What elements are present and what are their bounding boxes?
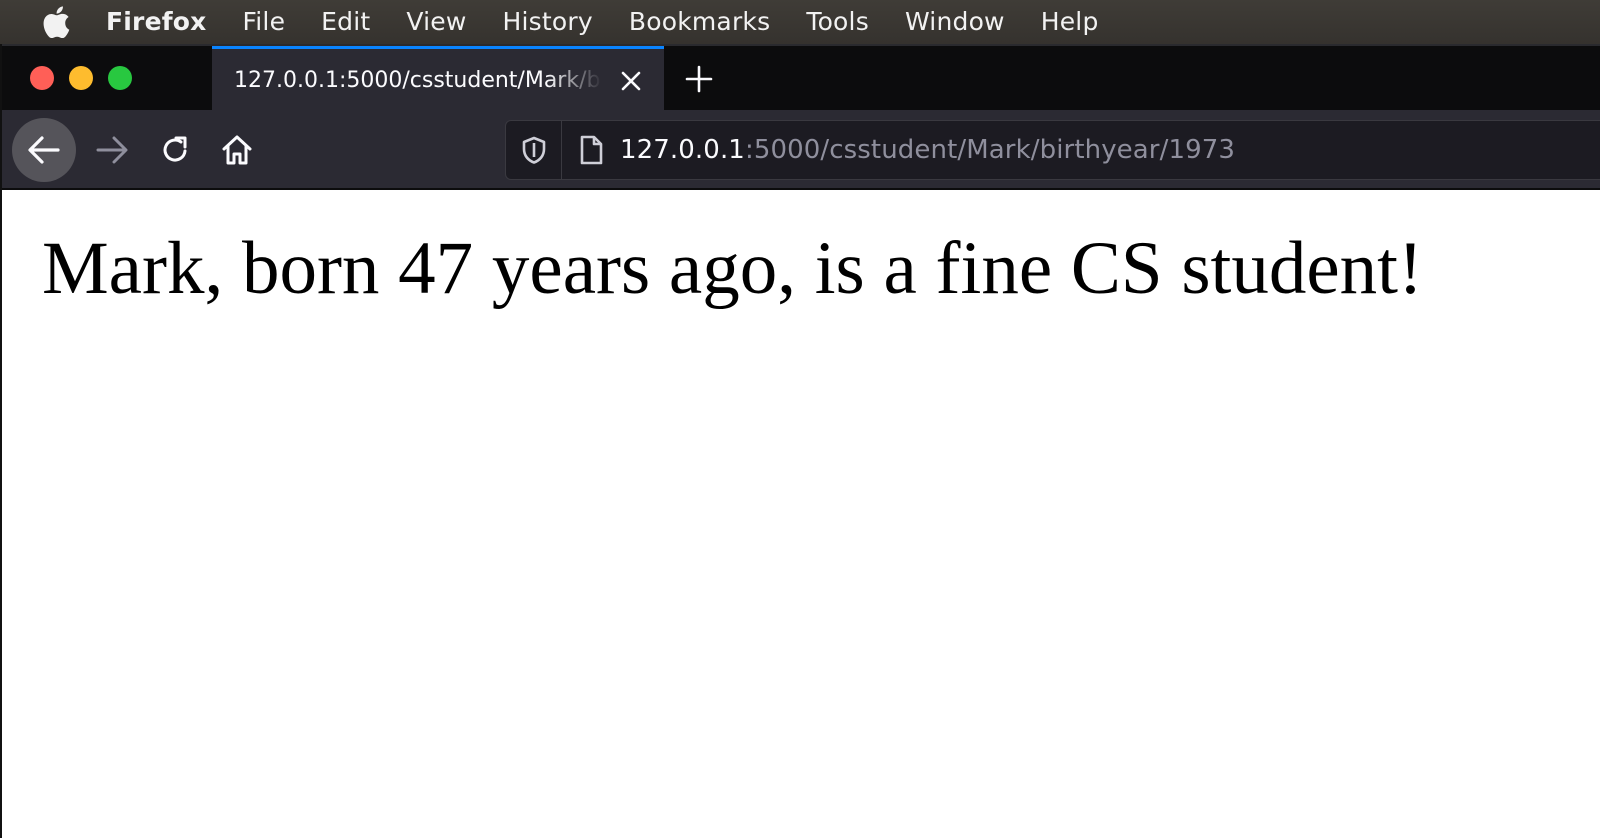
menu-bookmarks[interactable]: Bookmarks [611,0,788,44]
url-text[interactable]: 127.0.0.1:5000/csstudent/Mark/birthyear/… [620,135,1235,165]
menu-tools[interactable]: Tools [788,0,887,44]
close-tab-icon[interactable] [618,68,644,94]
plus-icon[interactable] [682,62,716,96]
reload-icon [163,136,187,162]
url-path: :5000/csstudent/Mark/birthyear/1973 [744,135,1236,165]
shield-icon[interactable] [506,120,562,180]
tab-title: 127.0.0.1:5000/csstudent/Mark/birthyear/… [234,68,602,93]
menu-window[interactable]: Window [887,0,1023,44]
active-tab[interactable]: 127.0.0.1:5000/csstudent/Mark/birthyear/… [212,46,664,112]
menu-file[interactable]: File [225,0,304,44]
macos-menu-bar: Firefox File Edit View History Bookmarks… [0,0,1600,44]
forward-button[interactable] [84,122,140,178]
back-button[interactable] [12,118,76,182]
browser-window: 127.0.0.1:5000/csstudent/Mark/birthyear/… [0,44,1600,838]
back-arrow-icon [28,136,60,164]
navigation-toolbar: 127.0.0.1:5000/csstudent/Mark/birthyear/… [2,110,1600,190]
menu-help[interactable]: Help [1023,0,1117,44]
window-maximize-button[interactable] [108,66,132,90]
apple-icon[interactable] [36,0,76,44]
menu-app-name[interactable]: Firefox [88,0,225,44]
home-button[interactable] [209,122,265,178]
page-icon[interactable] [562,120,620,180]
window-close-button[interactable] [30,66,54,90]
menu-history[interactable]: History [485,0,611,44]
tab-bar: 127.0.0.1:5000/csstudent/Mark/birthyear/… [2,44,1600,112]
forward-arrow-icon [96,136,128,164]
url-host: 127.0.0.1 [620,135,745,165]
window-minimize-button[interactable] [69,66,93,90]
reload-button[interactable] [147,122,203,178]
home-icon [222,135,252,165]
page-content: Mark, born 47 years ago, is a fine CS st… [2,190,1600,838]
menu-edit[interactable]: Edit [303,0,388,44]
page-headline: Mark, born 47 years ago, is a fine CS st… [42,227,1423,310]
menu-view[interactable]: View [388,0,484,44]
url-bar[interactable]: 127.0.0.1:5000/csstudent/Mark/birthyear/… [505,120,1600,180]
